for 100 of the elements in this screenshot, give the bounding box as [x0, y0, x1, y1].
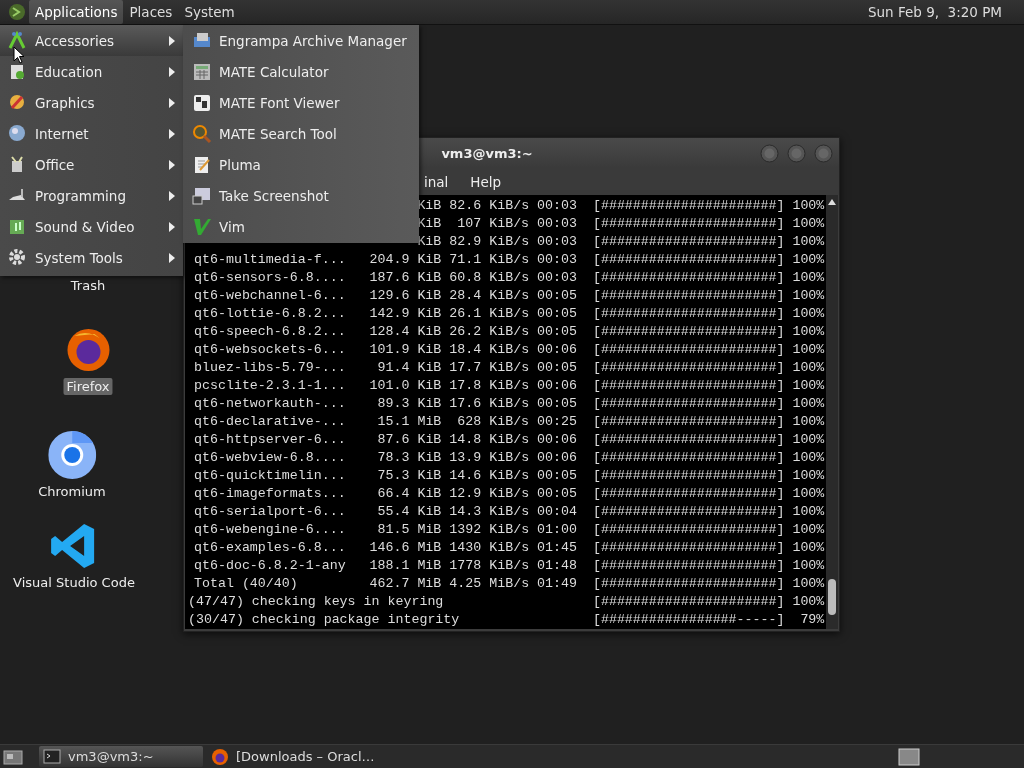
menu-item[interactable]: Take Screenshot: [183, 180, 419, 211]
panel-menu[interactable]: System: [178, 0, 241, 24]
download-size: 55.4 KiB: [376, 503, 442, 521]
download-rate: 107 KiB/s: [456, 215, 530, 233]
icon-label[interactable]: Visual Studio Code: [10, 574, 138, 591]
progress-text: [######################]: [591, 287, 785, 305]
download-rate: 17.8 KiB/s: [448, 377, 530, 395]
progress-text: [######################]: [591, 557, 785, 575]
menu-item[interactable]: MATE Font Viewer: [183, 87, 419, 118]
package-name: qt6-doc-6.8.2-1-any: [194, 557, 346, 575]
menu-item[interactable]: System Tools: [0, 242, 183, 273]
download-rate: 18.4 KiB/s: [448, 341, 530, 359]
submenu-arrow-icon: [169, 190, 175, 201]
menu-item[interactable]: Internet: [0, 118, 183, 149]
close-button[interactable]: [814, 143, 833, 163]
menu-item[interactable]: Education: [0, 56, 183, 87]
cursor-icon: [13, 46, 25, 64]
package-name: qt6-speech-6.8.2...: [194, 323, 346, 341]
progress-text: [######################]: [591, 485, 785, 503]
menu-item[interactable]: Graphics: [0, 87, 183, 118]
percent-text: 100%: [791, 359, 825, 377]
menu-item[interactable]: MATE Search Tool: [183, 118, 419, 149]
download-rate: 14.3 KiB/s: [448, 503, 530, 521]
window-title: vm3@vm3:~: [440, 145, 534, 161]
download-time: 00:06: [536, 449, 577, 467]
percent-text: 100%: [791, 521, 825, 539]
package-name: qt6-websockets-6...: [194, 341, 346, 359]
icon-label[interactable]: Chromium: [35, 483, 109, 500]
download-time: 01:48: [536, 557, 577, 575]
font-icon: [192, 92, 212, 113]
progress-text: [######################]: [591, 215, 785, 233]
progress-text: [######################]: [591, 251, 785, 269]
download-time: 00:05: [536, 323, 577, 341]
taskbar-button[interactable]: [Downloads – Oracl…: [207, 746, 379, 767]
progress-text: [######################]: [591, 305, 785, 323]
clock[interactable]: Sun Feb 9, 3:20 PM: [867, 4, 1024, 20]
percent-text: 100%: [791, 305, 825, 323]
vim-icon: [192, 216, 212, 237]
download-size: 66.4 KiB: [376, 485, 442, 503]
download-size: 188.1 MiB: [368, 557, 442, 575]
magnifier-icon: [192, 123, 212, 144]
progress-text: [######################]: [591, 377, 785, 395]
icon-label[interactable]: Trash: [67, 277, 109, 294]
menu-item[interactable]: Office: [0, 149, 183, 180]
menu-bar-item[interactable]: inal: [424, 173, 449, 190]
scrollbar[interactable]: [826, 195, 838, 629]
minimize-button[interactable]: [760, 143, 779, 163]
scrollbar-thumb[interactable]: [828, 579, 836, 615]
menu-item[interactable]: Engrampa Archive Manager: [183, 25, 419, 56]
package-name: qt6-sensors-6.8....: [194, 269, 346, 287]
submenu-arrow-icon: [169, 159, 175, 170]
progress-text: [######################]: [591, 359, 785, 377]
accessories-icon: [8, 30, 28, 51]
package-name: qt6-webview-6.8....: [194, 449, 346, 467]
download-size: 81.5 MiB: [376, 521, 442, 539]
download-time: 00:03: [536, 251, 577, 269]
percent-text: 100%: [791, 341, 825, 359]
download-rate: 17.7 KiB/s: [448, 359, 530, 377]
submenu-arrow-icon: [169, 128, 175, 139]
download-time: 00:05: [536, 359, 577, 377]
package-name: qt6-webengine-6....: [194, 521, 346, 539]
menu-item[interactable]: Pluma: [183, 149, 419, 180]
percent-text: 100%: [791, 233, 825, 251]
percent-text: 100%: [791, 269, 825, 287]
package-name: qt6-examples-6.8...: [194, 539, 346, 557]
download-rate: 17.6 KiB/s: [448, 395, 530, 413]
package-name: qt6-serialport-6...: [194, 503, 346, 521]
package-name: qt6-webchannel-6...: [194, 287, 346, 305]
maximize-button[interactable]: [787, 143, 806, 163]
menu-item[interactable]: MATE Calculator: [183, 56, 419, 87]
download-size: KiB: [416, 197, 442, 215]
menu-item[interactable]: Sound & Video: [0, 211, 183, 242]
menu-item[interactable]: Programming: [0, 180, 183, 211]
download-size: 101.9 KiB: [368, 341, 442, 359]
show-desktop-icon: [3, 747, 23, 766]
download-rate: 14.8 KiB/s: [448, 431, 530, 449]
download-time: 00:06: [536, 377, 577, 395]
panel-menu[interactable]: Places: [123, 0, 179, 24]
taskbar-button[interactable]: vm3@vm3:~: [39, 746, 203, 767]
package-name: Total (40/40): [194, 575, 299, 593]
percent-text: 100%: [791, 539, 825, 557]
progress-text: [######################]: [591, 323, 785, 341]
download-size: 87.6 KiB: [376, 431, 442, 449]
submenu-arrow-icon: [169, 66, 175, 77]
mate-logo-icon: [8, 3, 26, 21]
download-size: 146.6 MiB: [368, 539, 442, 557]
download-time: 01:45: [536, 539, 577, 557]
menu-item[interactable]: Accessories: [0, 25, 183, 56]
progress-text: [######################]: [591, 539, 785, 557]
menu-bar-item[interactable]: Help: [470, 173, 502, 190]
percent-text: 100%: [791, 575, 825, 593]
icon-label[interactable]: Firefox: [63, 378, 113, 395]
percent-text: 100%: [791, 467, 825, 485]
submenu-arrow-icon: [169, 221, 175, 232]
firefox-icon: [211, 747, 229, 766]
submenu-arrow-icon: [169, 35, 175, 46]
progress-text: [######################]: [591, 593, 785, 611]
download-rate: 26.2 KiB/s: [448, 323, 530, 341]
panel-menu[interactable]: Applications: [29, 0, 124, 24]
menu-item[interactable]: Vim: [183, 211, 419, 242]
